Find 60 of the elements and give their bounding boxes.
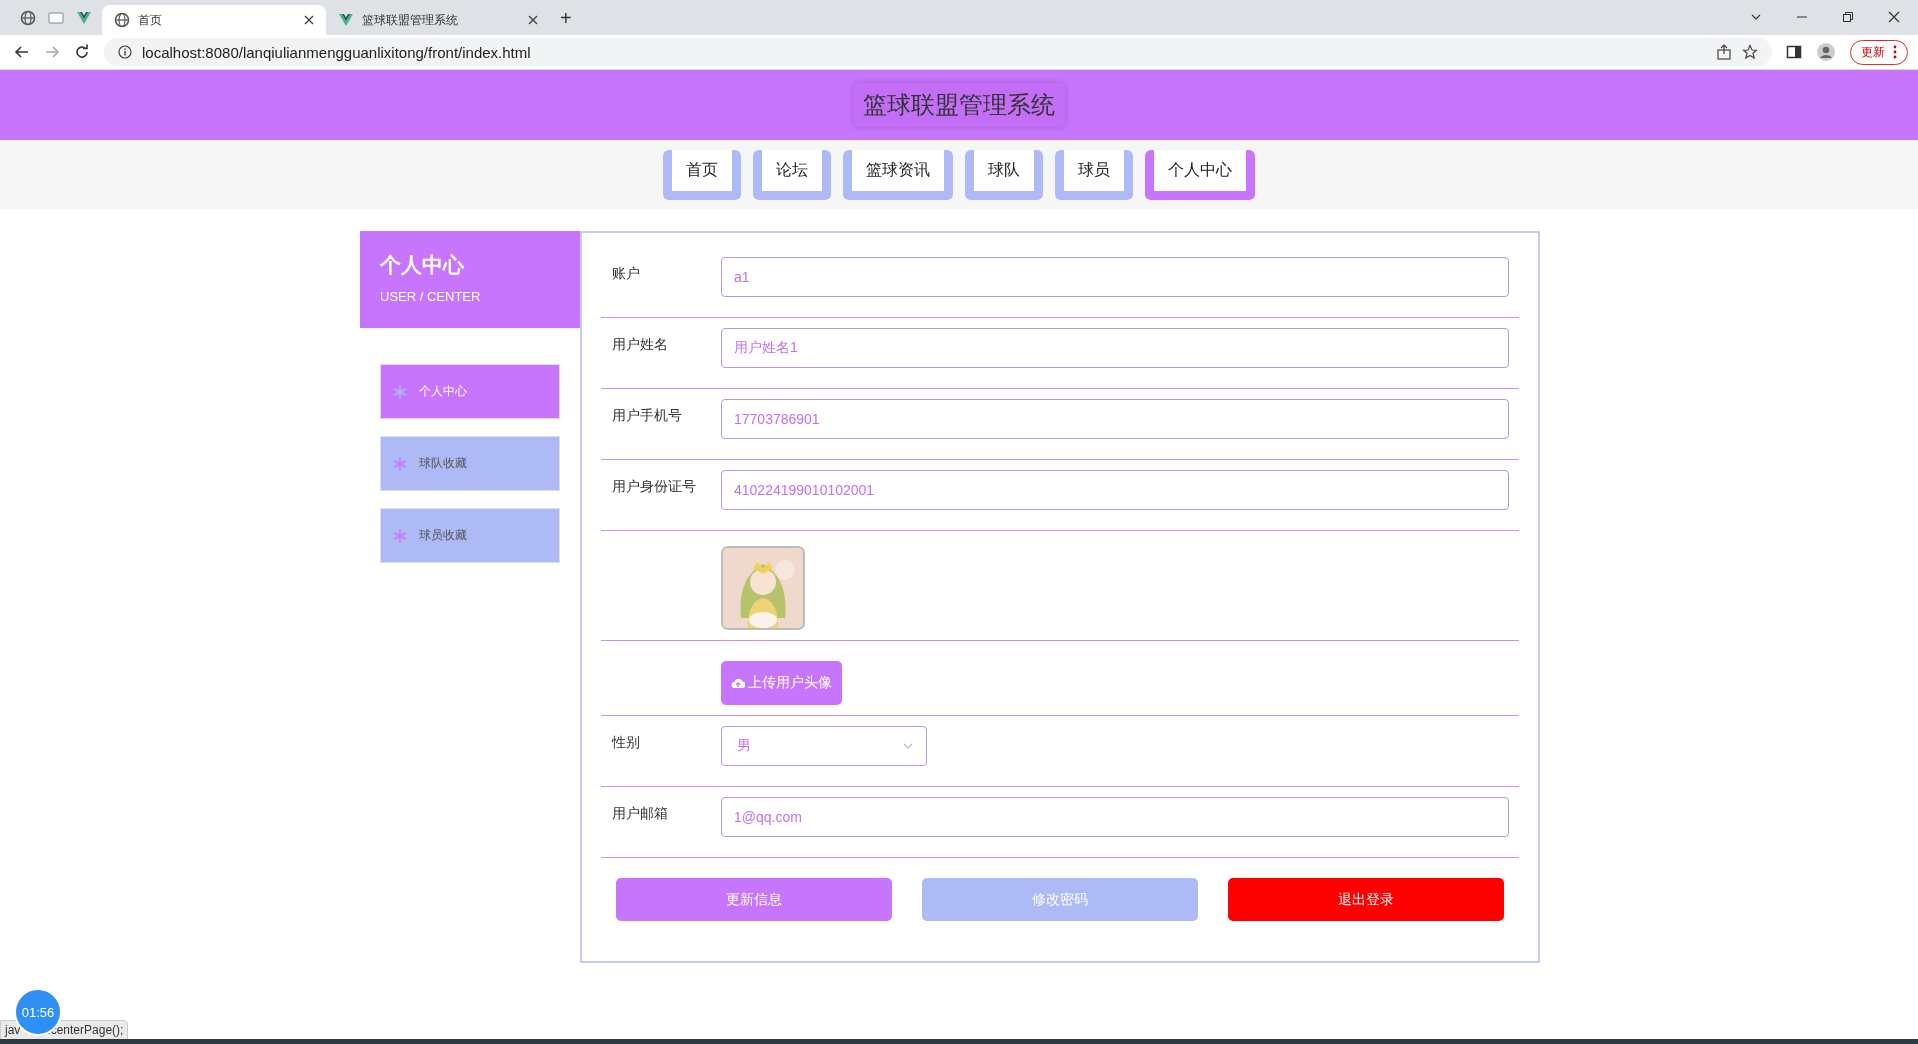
snowflake-icon bbox=[393, 384, 407, 399]
field-label: 性别 bbox=[612, 734, 640, 750]
status-text: :centerPage(); bbox=[47, 1023, 124, 1037]
sidebar-item[interactable]: 球队收藏 bbox=[380, 436, 560, 491]
gender-dropdown[interactable]: 男 bbox=[721, 726, 927, 766]
nav-tab[interactable]: 球员 bbox=[1055, 150, 1133, 200]
vee-icon[interactable] bbox=[76, 10, 92, 26]
browser-tab[interactable]: 篮球联盟管理系统 bbox=[326, 5, 550, 35]
logout-button[interactable]: 退出登录 bbox=[1228, 878, 1504, 921]
share-icon[interactable] bbox=[1716, 44, 1732, 60]
nav-tab[interactable]: 首页 bbox=[663, 150, 741, 200]
close-icon[interactable] bbox=[1888, 11, 1900, 23]
field-label: 用户姓名 bbox=[612, 336, 668, 352]
cloud-upload-icon bbox=[731, 677, 745, 689]
info-icon[interactable] bbox=[118, 45, 132, 59]
new-tab-button[interactable]: + bbox=[560, 7, 572, 30]
sidebar-item-label: 球队收藏 bbox=[419, 455, 467, 472]
reload-icon[interactable] bbox=[74, 44, 90, 60]
close-icon[interactable] bbox=[528, 15, 538, 25]
star-icon[interactable] bbox=[1742, 44, 1758, 60]
sidebar-item[interactable]: 个人中心 bbox=[380, 364, 560, 419]
status-text: jav bbox=[5, 1023, 21, 1037]
nav-tab[interactable]: 论坛 bbox=[753, 150, 831, 200]
field-label: 用户邮箱 bbox=[612, 805, 668, 821]
snowflake-icon bbox=[393, 456, 407, 471]
sidebar-title: 个人中心 bbox=[380, 252, 465, 278]
field-label: 用户手机号 bbox=[612, 407, 682, 423]
nav-tab[interactable]: 个人中心 bbox=[1145, 150, 1255, 200]
back-icon[interactable] bbox=[14, 44, 30, 60]
sidebar-item-label: 球员收藏 bbox=[419, 527, 467, 544]
address-bar[interactable]: localhost:8080/lanqiulianmengguanlixitong/front/index.html bbox=[104, 38, 1772, 66]
input-field[interactable]: 用户姓名1 bbox=[721, 328, 1509, 368]
site-title: 篮球联盟管理系统 bbox=[853, 83, 1065, 127]
browser-tab[interactable]: 首页 bbox=[102, 5, 326, 35]
field-label: 用户身份证号 bbox=[612, 478, 696, 494]
nav-tab[interactable]: 球队 bbox=[965, 150, 1043, 200]
upload-avatar-button[interactable]: 上传用户头像 bbox=[721, 661, 842, 705]
globe-icon[interactable] bbox=[114, 12, 130, 28]
tab-title: 篮球联盟管理系统 bbox=[362, 11, 459, 29]
tab-title: 首页 bbox=[138, 11, 163, 29]
close-icon[interactable] bbox=[304, 15, 314, 25]
vee-icon[interactable] bbox=[338, 12, 354, 28]
input-field[interactable]: 1@qq.com bbox=[721, 797, 1509, 837]
update-label: 更新 bbox=[1861, 43, 1885, 61]
restore-icon[interactable] bbox=[1842, 11, 1854, 23]
input-field[interactable]: a1 bbox=[721, 257, 1509, 297]
url-text: localhost:8080/lanqiulianmengguanlixitong/front/index.html bbox=[142, 43, 531, 61]
profile-icon[interactable] bbox=[1816, 42, 1836, 62]
sidebar-item-label: 个人中心 bbox=[419, 383, 467, 400]
sidebar-item[interactable]: 球员收藏 bbox=[380, 508, 560, 563]
update-info-button[interactable]: 更新信息 bbox=[616, 878, 892, 921]
input-field[interactable]: 410224199010102001 bbox=[721, 470, 1509, 510]
snowflake-icon bbox=[393, 528, 407, 543]
field-label: 账户 bbox=[612, 265, 640, 281]
nav-tab[interactable]: 篮球资讯 bbox=[843, 150, 953, 200]
globe-icon[interactable] bbox=[20, 10, 36, 26]
more-icon[interactable] bbox=[1893, 45, 1897, 59]
side-panel-icon[interactable] bbox=[1786, 44, 1802, 60]
sidebar-subtitle: USER / CENTER bbox=[380, 289, 482, 304]
input-field[interactable]: 17703786901 bbox=[721, 399, 1509, 439]
